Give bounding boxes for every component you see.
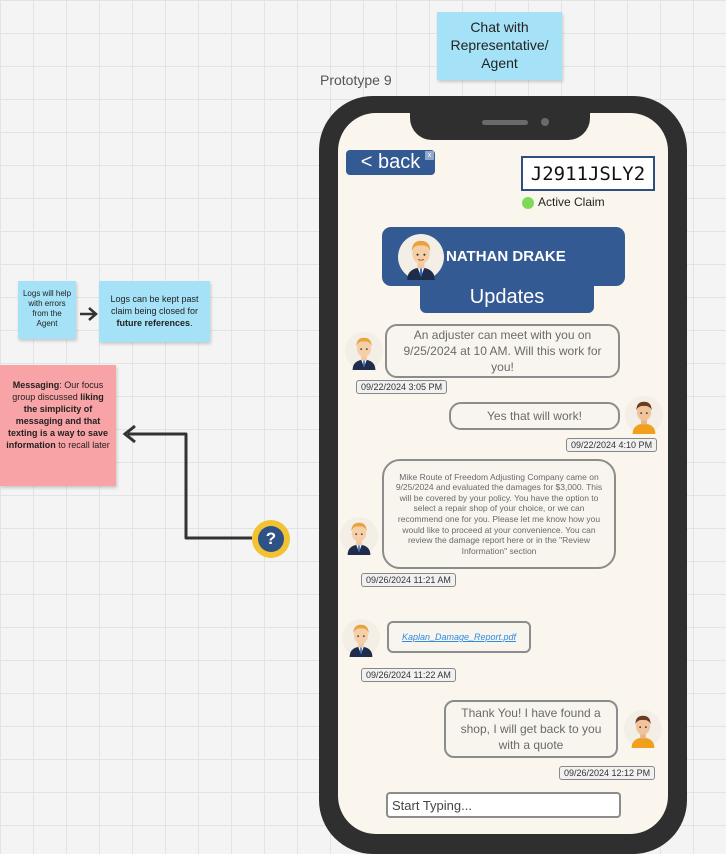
message-bubble-user: Thank You! I have found a shop, I will g… (444, 700, 618, 758)
messaging-label: Messaging (12, 380, 60, 390)
updates-header: Updates (420, 281, 594, 313)
message-bubble-user: Yes that will work! (449, 402, 620, 430)
logs-kept-bold: future references (116, 318, 190, 328)
close-icon[interactable]: x (425, 151, 434, 160)
back-button[interactable]: < back (346, 150, 435, 175)
user-avatar (624, 710, 662, 748)
agent-avatar (398, 234, 444, 280)
logs-help-text: Logs will help with errors from the Agen… (22, 289, 72, 328)
agent-avatar (345, 332, 383, 370)
message-bubble-agent: An adjuster can meet with you on 9/25/20… (385, 324, 620, 378)
title-note-text: Chat with Representative/ Agent (450, 19, 549, 71)
message-timestamp: 09/26/2024 12:12 PM (559, 766, 656, 780)
phone-notch (410, 96, 590, 140)
message-text: Thank You! I have found a shop, I will g… (460, 706, 602, 752)
title-sticky-note: Chat with Representative/ Agent (437, 12, 562, 80)
message-timestamp: 09/26/2024 11:21 AM (361, 573, 456, 587)
status-dot-icon (522, 197, 534, 209)
phone-camera (541, 118, 549, 126)
attachment-bubble: Kaplan_Damage_Report.pdf (387, 621, 531, 653)
attachment-link[interactable]: Kaplan_Damage_Report.pdf (402, 632, 516, 642)
message-text: Mike Route of Freedom Adjusting Company … (395, 471, 603, 556)
agent-avatar (340, 517, 378, 555)
message-timestamp: 09/22/2024 4:10 PM (566, 438, 658, 452)
message-bubble-agent: Mike Route of Freedom Adjusting Company … (382, 459, 616, 569)
claim-status: Active Claim (538, 195, 605, 209)
user-avatar (625, 396, 663, 434)
logs-kept-note: Logs can be kept past claim being closed… (99, 281, 210, 342)
agent-name: NATHAN DRAKE (446, 248, 566, 265)
logs-kept-text: Logs can be kept past claim being closed… (110, 294, 199, 316)
messaging-note: Messaging: Our focus group discussed lik… (0, 365, 116, 486)
help-icon-inner: ? (258, 526, 284, 552)
agent-avatar (342, 619, 380, 657)
message-timestamp: 09/26/2024 11:22 AM (361, 668, 456, 682)
elbow-arrow-connector (122, 424, 252, 540)
phone-speaker (482, 120, 528, 125)
message-text: An adjuster can meet with you on 9/25/20… (403, 328, 602, 374)
message-text: Yes that will work! (487, 409, 582, 423)
question-mark-icon[interactable]: ? (252, 520, 290, 558)
message-timestamp: 09/22/2024 3:05 PM (356, 380, 448, 394)
logs-help-note: Logs will help with errors from the Agen… (18, 281, 76, 339)
message-input[interactable] (386, 792, 621, 818)
claim-id: J2911JSLY2 (521, 156, 655, 191)
logs-kept-end: . (190, 318, 193, 328)
messaging-text-2: to recall later (55, 440, 110, 450)
prototype-label: Prototype 9 (320, 72, 392, 88)
